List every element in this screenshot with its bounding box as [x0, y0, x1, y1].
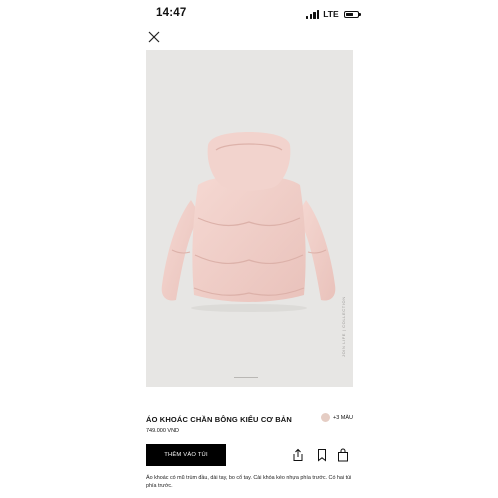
more-colors-link[interactable]: +3 MÀU — [333, 415, 353, 421]
network-type: LTE — [323, 9, 339, 19]
status-bar: 14:47 LTE — [0, 0, 498, 28]
share-icon — [293, 448, 303, 461]
jacket-illustration — [161, 132, 336, 312]
product-image[interactable] — [146, 50, 353, 387]
close-icon — [148, 31, 160, 43]
bookmark-icon — [318, 449, 326, 462]
status-indicators: LTE — [306, 8, 361, 20]
signal-icon — [306, 9, 320, 19]
product-title: ÁO KHOÁC CHẦN BÔNG KIỂU CƠ BẢN — [146, 415, 292, 424]
shopping-bag-icon — [338, 448, 348, 462]
cart-button[interactable] — [337, 448, 349, 462]
status-time: 14:47 — [156, 7, 187, 19]
product-price: 749.000 VND — [146, 428, 180, 434]
battery-icon — [343, 10, 361, 18]
image-pagination-indicator — [234, 377, 258, 378]
share-button[interactable] — [292, 448, 304, 462]
collection-vertical-label: JOIN LIFE | COLLECTION — [341, 296, 346, 357]
close-button[interactable] — [145, 28, 163, 46]
add-to-cart-button[interactable]: THÊM VÀO TÚI — [146, 444, 226, 466]
color-swatch[interactable] — [321, 413, 330, 422]
product-description: Áo khoác có mũ trùm đầu, dài tay, bo cổ … — [146, 475, 352, 489]
bookmark-button[interactable] — [316, 448, 328, 462]
